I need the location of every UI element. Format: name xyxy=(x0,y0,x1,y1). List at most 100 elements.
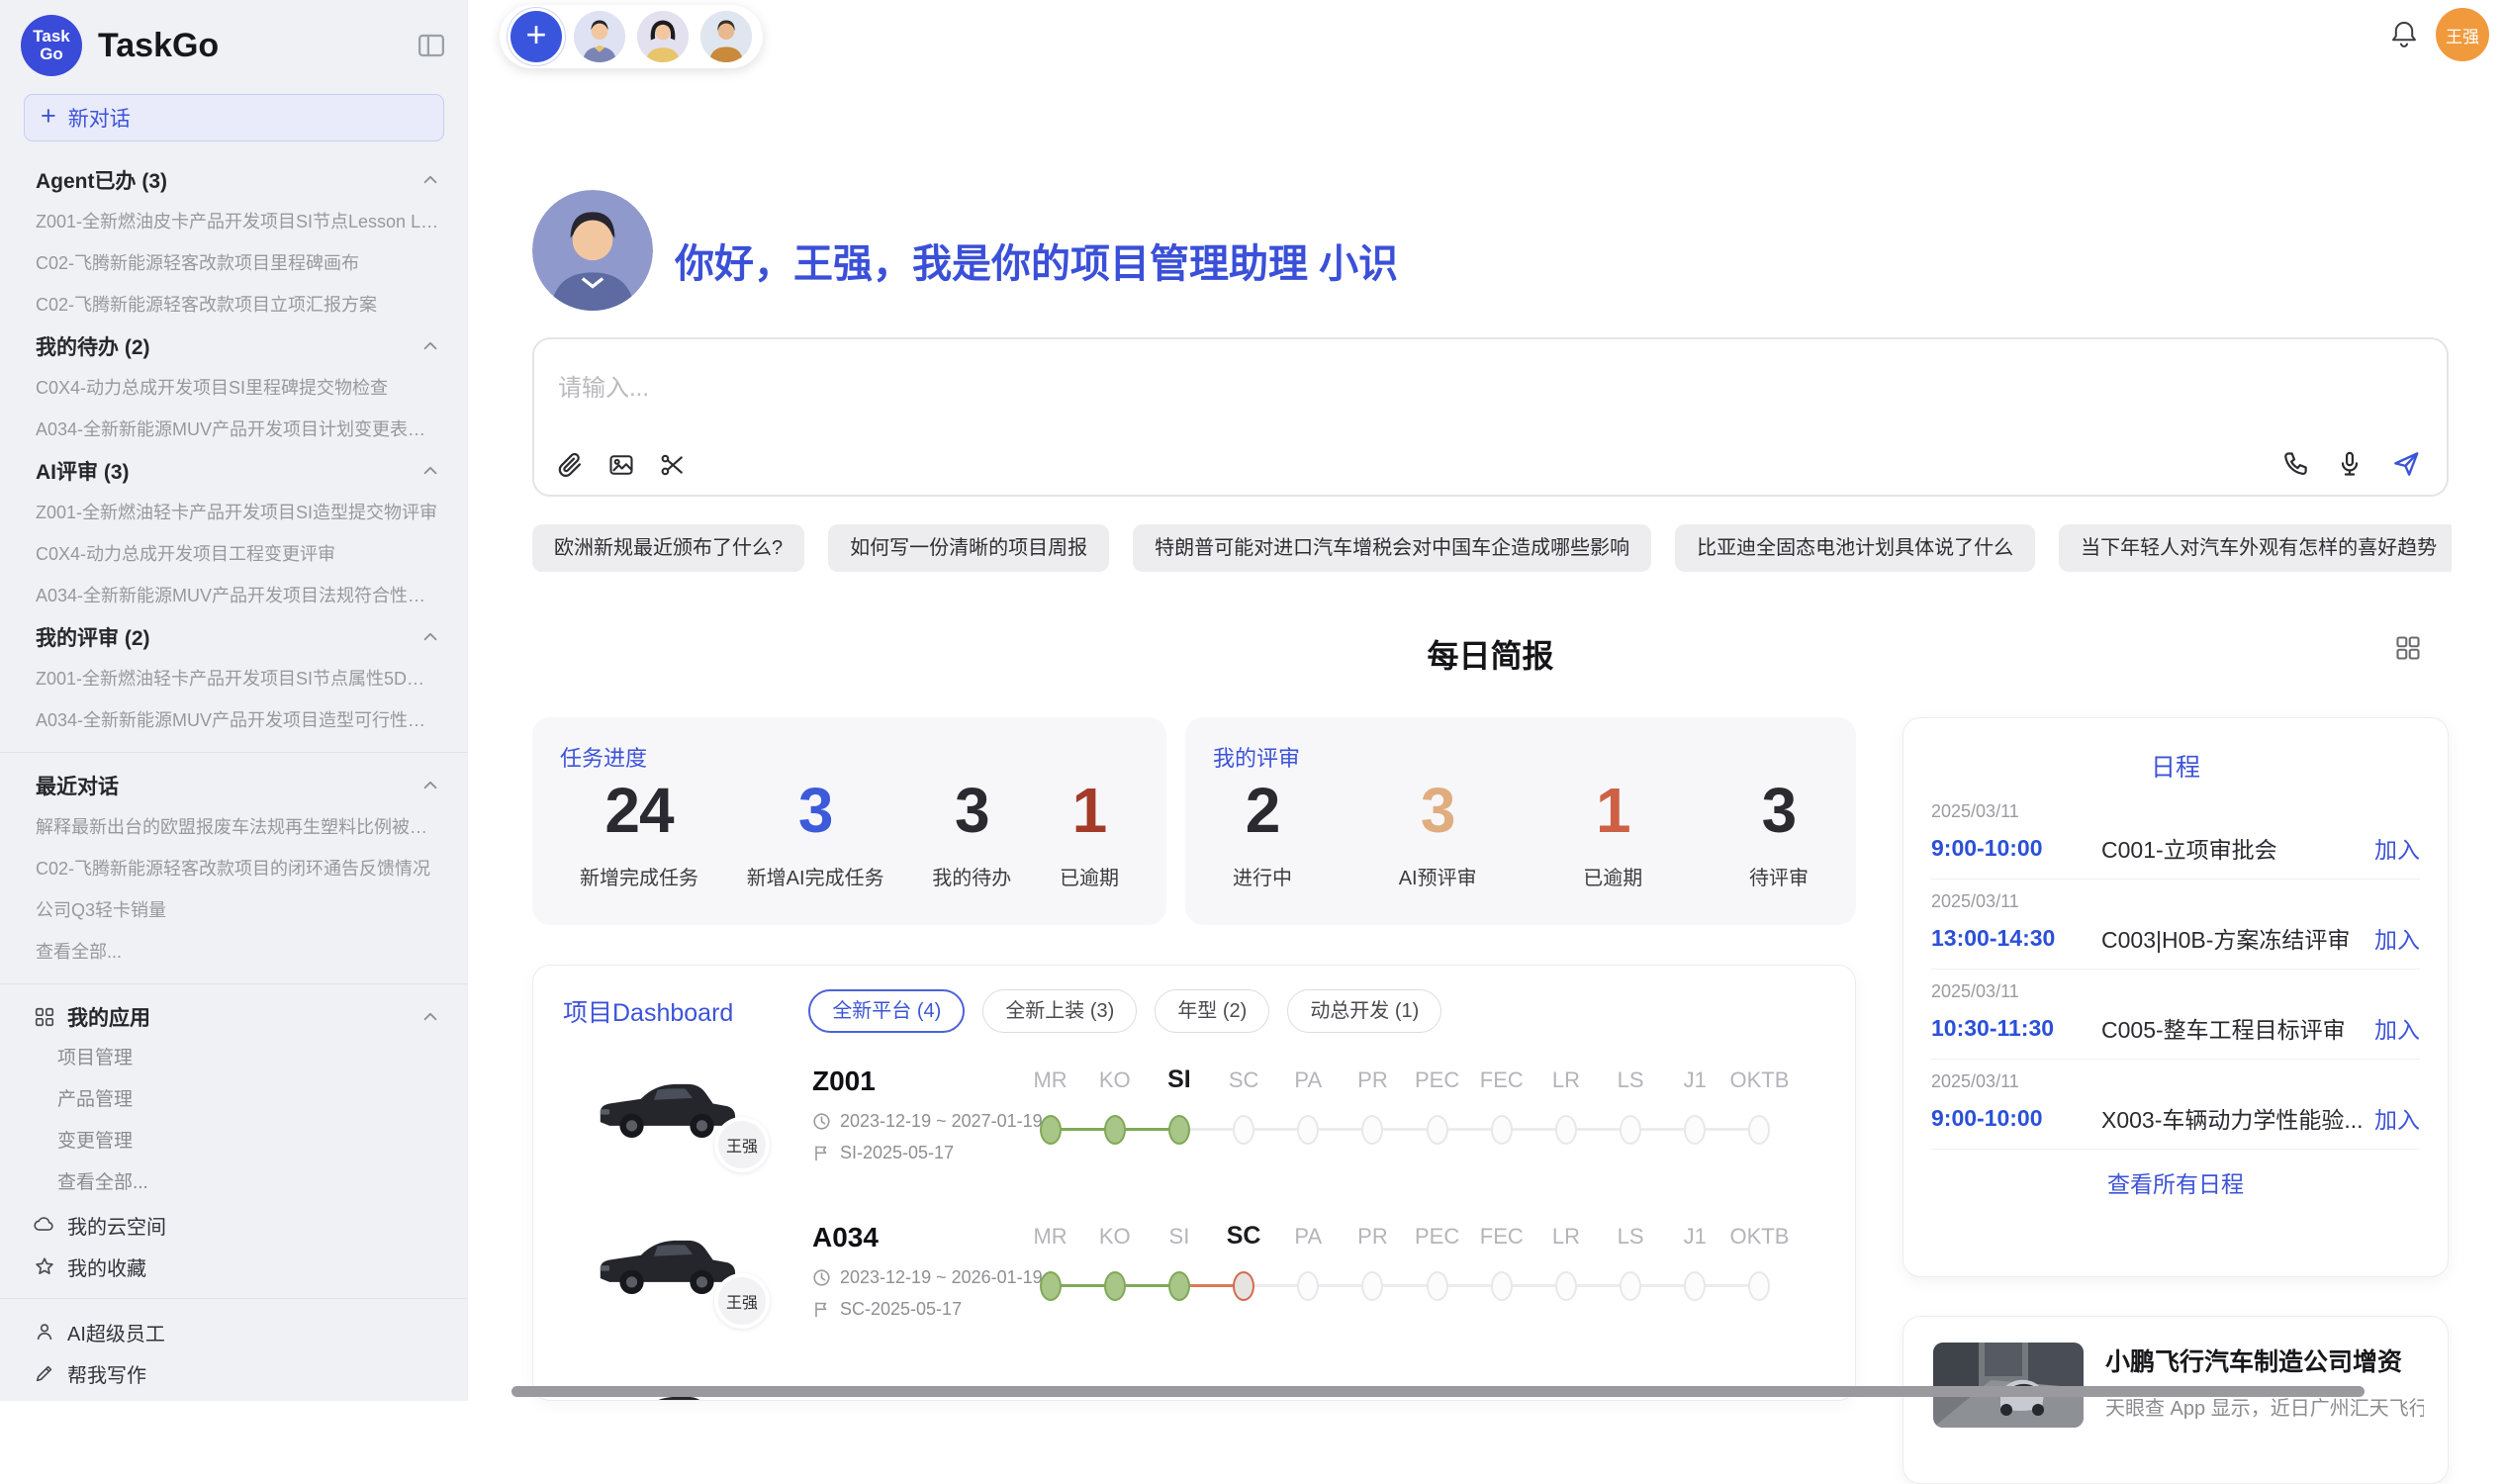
sidebar-item-ai-employee[interactable]: AI超级员工 xyxy=(0,1311,468,1352)
sidebar-collapse-icon[interactable] xyxy=(417,32,446,59)
section-ai-review[interactable]: AI评审 (3) xyxy=(0,450,468,492)
sidebar-header: Task Go TaskGo xyxy=(0,0,468,86)
section-my-review[interactable]: 我的评审 (2) xyxy=(0,616,468,658)
sidebar-app-item[interactable]: 项目管理 xyxy=(0,1038,468,1079)
project-owner-avatar: 王强 xyxy=(714,1273,770,1329)
sidebar-list-item[interactable]: A034-全新新能源MUV产品开发项目法规符合性评审 xyxy=(0,575,468,616)
suggestion-chip[interactable]: 欧洲新规最近颁布了什么? xyxy=(532,524,804,572)
sidebar-list-item[interactable]: 公司Q3轻卡销量 xyxy=(0,889,468,931)
attachment-icon[interactable] xyxy=(556,451,584,479)
session-avatar[interactable] xyxy=(574,11,625,62)
favorites-label: 我的收藏 xyxy=(67,1252,440,1281)
sidebar-list-item[interactable]: C02-飞腾新能源轻客改款项目立项汇报方案 xyxy=(0,284,468,325)
schedule-time: 9:00-10:00 xyxy=(1931,835,2101,862)
suggestion-chip[interactable]: 特朗普可能对进口汽车增税会对中国车企造成哪些影响 xyxy=(1133,524,1651,572)
app-logo: Task Go xyxy=(21,15,82,76)
daily-briefing-title: 每日简报 xyxy=(532,631,2449,677)
chevron-up-icon xyxy=(420,336,440,356)
section-recent-chats[interactable]: 最近对话 xyxy=(0,765,468,806)
dashboard-title: 项目Dashboard xyxy=(563,993,733,1029)
milestone-strip: MRKOSISCPAPRPECFECLRLSJ1OKTB xyxy=(1018,1206,1792,1362)
sidebar-list-item[interactable]: A034-全新新能源MUV产品开发项目造型可行性评审 xyxy=(0,699,468,741)
session-avatar[interactable] xyxy=(700,11,752,62)
chat-input[interactable] xyxy=(558,375,1745,403)
sidebar-list-item[interactable]: Z001-全新燃油轻卡产品开发项目SI节点属性5D文件评审 xyxy=(0,658,468,699)
section-agent-done[interactable]: Agent已办 (3) xyxy=(0,159,468,201)
chat-input-box[interactable] xyxy=(532,337,2449,497)
app-title: TaskGo xyxy=(98,27,417,65)
project-owner-avatar: 王强 xyxy=(714,1117,770,1172)
notification-bell-icon[interactable] xyxy=(2389,19,2419,50)
sidebar-list-item[interactable]: C02-飞腾新能源轻客改款项目里程碑画布 xyxy=(0,242,468,284)
join-link[interactable]: 加入 xyxy=(2374,1101,2420,1135)
sidebar-list-item[interactable]: Z001-全新燃油轻卡产品开发项目SI造型提交物评审 xyxy=(0,492,468,533)
join-link[interactable]: 加入 xyxy=(2374,921,2420,955)
sidebar-list-item[interactable]: C02-飞腾新能源轻客改款项目的闭环通告反馈情况 xyxy=(0,848,468,889)
dashboard-tab[interactable]: 全新平台 (4) xyxy=(808,989,965,1033)
stat-value: 3 xyxy=(955,779,989,842)
new-chat-button[interactable]: + 新对话 xyxy=(24,94,444,141)
schedule-title: C003|H0B-方案冻结评审 xyxy=(2101,921,2374,955)
section-my-todo[interactable]: 我的待办 (2) xyxy=(0,325,468,367)
view-all-schedule-link[interactable]: 查看所有日程 xyxy=(1931,1150,2420,1199)
layout-grid-icon[interactable] xyxy=(2394,634,2422,662)
stat-label: 新增AI完成任务 xyxy=(747,862,884,890)
send-icon[interactable] xyxy=(2391,449,2421,479)
image-icon[interactable] xyxy=(607,451,635,479)
add-session-button[interactable]: + xyxy=(510,11,562,62)
schedule-date: 2025/03/11 xyxy=(1931,891,2420,912)
section-title: AI评审 (3) xyxy=(36,456,130,486)
phone-icon[interactable] xyxy=(2280,450,2308,478)
join-link[interactable]: 加入 xyxy=(2374,1011,2420,1045)
sidebar-list-item[interactable]: C0X4-动力总成开发项目SI里程碑提交物检查 xyxy=(0,367,468,409)
sidebar-app-item[interactable]: 查看全部... xyxy=(0,1162,468,1204)
stat: 3 新增AI完成任务 xyxy=(747,779,884,890)
project-flag: SC-2025-05-17 xyxy=(812,1299,962,1320)
dashboard-tab[interactable]: 全新上装 (3) xyxy=(982,989,1137,1033)
dashboard-tab[interactable]: 动总开发 (1) xyxy=(1287,989,1441,1033)
sidebar-item-creative-drawing[interactable]: 创意制图 xyxy=(0,1394,468,1401)
schedule-title: 日程 xyxy=(1931,748,2420,784)
milestone-strip: MRKOSISCPAPRPECFECLRLSJ1OKTB xyxy=(1018,1050,1792,1206)
section-title: 我的应用 xyxy=(67,1002,409,1032)
milestone-oktb: OKTB xyxy=(1727,1050,1792,1206)
milestone-oktb: OKTB xyxy=(1727,1206,1792,1362)
sidebar-list-item[interactable]: 解释最新出台的欧盟报废车法规再生塑料比例被调至15%... xyxy=(0,806,468,848)
suggestion-chip[interactable]: 比亚迪全固态电池计划具体说了什么 xyxy=(1675,524,2035,572)
chevron-up-icon xyxy=(420,170,440,190)
stat-label: 新增完成任务 xyxy=(580,862,698,890)
chevron-up-icon xyxy=(420,461,440,481)
stat: 24 新增完成任务 xyxy=(580,779,698,890)
chevron-up-icon xyxy=(420,776,440,795)
sidebar-app-item[interactable]: 产品管理 xyxy=(0,1079,468,1121)
sidebar-list-item[interactable]: A034-全新新能源MUV产品开发项目计划变更表编写 xyxy=(0,409,468,450)
suggestion-chip[interactable]: 当下年轻人对汽车外观有怎样的喜好趋势 xyxy=(2059,524,2452,572)
schedule-date: 2025/03/11 xyxy=(1931,801,2420,822)
microphone-icon[interactable] xyxy=(2336,450,2364,478)
stat-label: 我的待办 xyxy=(932,862,1011,890)
horizontal-scrollbar[interactable] xyxy=(511,1386,2365,1397)
dashboard-tabs: 全新平台 (4) 全新上装 (3) 年型 (2) 动总开发 (1) xyxy=(808,989,1441,1033)
sidebar-app-item[interactable]: 变更管理 xyxy=(0,1121,468,1162)
join-link[interactable]: 加入 xyxy=(2374,831,2420,865)
sidebar-item-favorites[interactable]: 我的收藏 xyxy=(0,1246,468,1287)
recent-view-all[interactable]: 查看全部... xyxy=(0,931,468,973)
suggestion-chip[interactable]: 如何写一份清晰的项目周报 xyxy=(828,524,1109,572)
user-avatar[interactable]: 王强 xyxy=(2436,8,2489,61)
sidebar-item-cloud[interactable]: 我的云空间 xyxy=(0,1204,468,1246)
session-avatar[interactable] xyxy=(637,11,689,62)
divider xyxy=(0,752,468,753)
sidebar-item-write-helper[interactable]: 帮我写作 xyxy=(0,1352,468,1394)
section-title: Agent已办 (3) xyxy=(36,165,167,195)
stat-value: 1 xyxy=(1072,779,1107,842)
sidebar-list-item[interactable]: Z001-全新燃油皮卡产品开发项目SI节点Lesson Learn报告 xyxy=(0,201,468,242)
dashboard-tab[interactable]: 年型 (2) xyxy=(1155,989,1269,1033)
section-title: 我的待办 (2) xyxy=(36,331,150,361)
news-card[interactable]: 小鹏飞行汽车制造公司增资 天眼查 App 显示，近日广州汇天飞行汽... xyxy=(1902,1316,2449,1484)
task-progress-card: 任务进度 24 新增完成任务 3 新增AI完成任务 3 我的待办 1 已逾期 xyxy=(532,717,1166,925)
section-my-apps[interactable]: 我的应用 xyxy=(0,996,468,1038)
sidebar-list-item[interactable]: C0X4-动力总成开发项目工程变更评审 xyxy=(0,533,468,575)
scissors-icon[interactable] xyxy=(659,451,687,479)
stat-value: 2 xyxy=(1246,779,1280,842)
schedule-time: 10:30-11:30 xyxy=(1931,1015,2101,1042)
